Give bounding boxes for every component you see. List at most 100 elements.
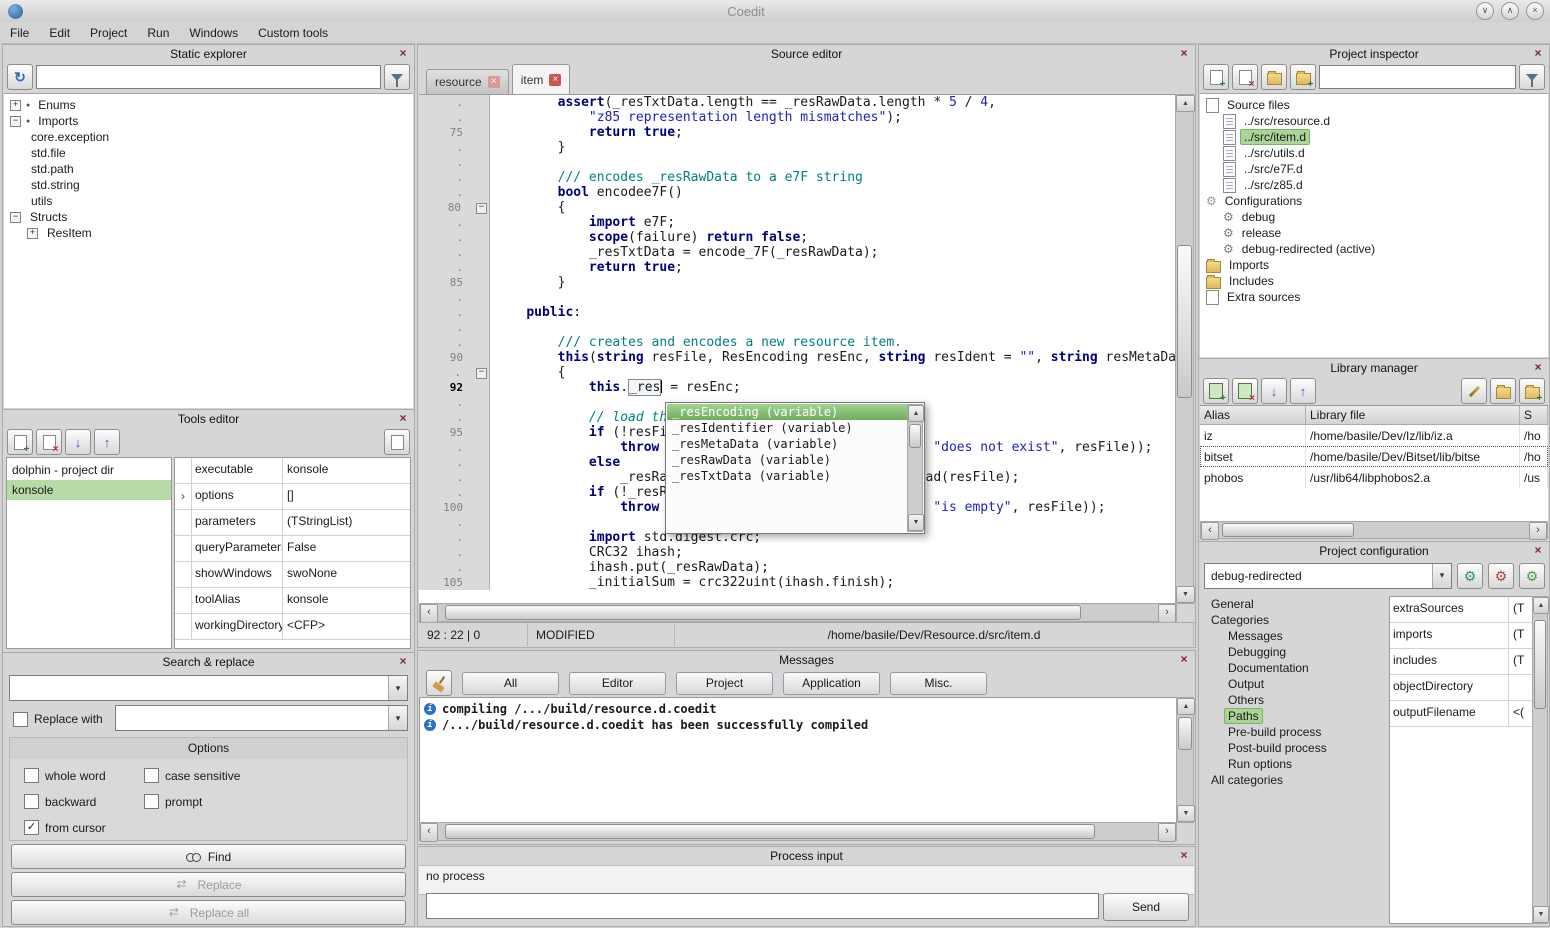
scrollbar-track[interactable] — [438, 823, 1158, 840]
completion-item-2[interactable]: _resMetaData (variable) — [667, 436, 908, 452]
expander-icon[interactable]: − — [10, 212, 21, 223]
move-library-up-button[interactable]: ↑ — [1290, 378, 1316, 404]
code-text[interactable] — [490, 395, 495, 410]
project-item-5[interactable]: ../src/z85.d — [1200, 177, 1548, 193]
completion-item-1[interactable]: _resIdentifier (variable) — [667, 420, 908, 436]
project-item-10[interactable]: Imports — [1200, 257, 1548, 273]
scrollbar-thumb[interactable] — [445, 824, 1095, 839]
checkbox-icon[interactable] — [24, 794, 39, 809]
sync-configs-button[interactable]: ⚙ — [1457, 563, 1483, 589]
project-item-3[interactable]: ../src/utils.d — [1200, 145, 1548, 161]
editor-tab-item[interactable]: item× — [512, 64, 571, 94]
send-button[interactable]: Send — [1103, 893, 1189, 921]
code-text[interactable]: CRC32 ihash; — [490, 545, 683, 560]
property-value[interactable]: (T — [1509, 597, 1532, 622]
option-prompt[interactable]: prompt — [144, 794, 393, 809]
scrollbar-track[interactable] — [1219, 522, 1529, 538]
close-panel-icon[interactable]: × — [396, 410, 410, 426]
scroll-down-button[interactable]: ▼ — [1176, 586, 1195, 603]
config-category-2[interactable]: Messages — [1201, 628, 1387, 644]
menu-item-edit[interactable]: Edit — [39, 22, 80, 43]
scrollbar-thumb[interactable] — [445, 605, 1081, 620]
tab-close-icon[interactable]: × — [549, 74, 561, 86]
scroll-left-button[interactable]: ‹ — [420, 604, 438, 623]
scrollbar-thumb[interactable] — [1177, 245, 1192, 399]
scroll-down-button[interactable]: ▼ — [908, 514, 924, 531]
messages-tab-project[interactable]: Project — [676, 672, 773, 695]
add-library-button[interactable] — [1203, 378, 1229, 404]
remove-config-button[interactable]: ⚙ — [1488, 563, 1514, 589]
code-text[interactable]: ihash.put(_resRawData); — [490, 560, 769, 575]
expander-icon[interactable]: + — [10, 100, 21, 111]
window-close-button[interactable]: × — [1526, 2, 1544, 20]
library-row-0[interactable]: iz/home/basile/Dev/Iz/lib/iz.a/ho — [1200, 425, 1548, 446]
code-text[interactable]: assert(_resTxtData.length == _resRawData… — [490, 95, 996, 110]
scrollbar-track[interactable] — [1177, 715, 1193, 805]
library-column-0[interactable]: Alias — [1200, 406, 1306, 424]
property-value[interactable]: konsole — [283, 458, 410, 483]
messages-tab-application[interactable]: Application — [783, 672, 880, 695]
scrollbar-track[interactable] — [1176, 112, 1193, 586]
editor-vertical-scrollbar[interactable]: ▲▼ — [1175, 94, 1194, 604]
property-value[interactable]: (T — [1509, 623, 1532, 648]
scroll-right-button[interactable]: › — [1158, 823, 1176, 842]
messages-vertical-scrollbar[interactable]: ▲▼ — [1176, 697, 1194, 823]
code-text[interactable]: { — [490, 365, 565, 380]
scroll-up-button[interactable]: ▲ — [1176, 95, 1195, 112]
clone-tool-button[interactable] — [384, 429, 410, 455]
messages-tab-editor[interactable]: Editor — [569, 672, 666, 695]
scrollbar-track[interactable] — [438, 604, 1158, 621]
menu-item-windows[interactable]: Windows — [179, 22, 248, 43]
code-text[interactable]: bool encodee7F() — [490, 185, 683, 200]
scroll-right-button[interactable]: › — [1158, 604, 1176, 623]
messages-tab-misc[interactable]: Misc. — [890, 672, 987, 695]
config-category-8[interactable]: Pre-build process — [1201, 724, 1387, 740]
scrollbar-thumb[interactable] — [909, 424, 921, 448]
library-add-folder-button[interactable] — [1519, 378, 1545, 404]
configuration-vertical-scrollbar[interactable]: ▲▼ — [1532, 596, 1548, 924]
symbol-item-2[interactable]: core.exception — [4, 129, 413, 145]
move-library-down-button[interactable]: ↓ — [1261, 378, 1287, 404]
library-column-2[interactable]: S — [1520, 406, 1548, 424]
checkbox-icon[interactable] — [144, 768, 159, 783]
project-item-7[interactable]: ⚙debug — [1200, 209, 1548, 225]
add-source-button[interactable] — [1203, 64, 1229, 90]
window-maximize-button[interactable]: ∧ — [1501, 2, 1519, 20]
move-tool-up-button[interactable]: ↑ — [94, 429, 120, 455]
clear-messages-button[interactable] — [426, 670, 452, 696]
process-input-field[interactable] — [426, 893, 1099, 919]
code-text[interactable]: public: — [490, 305, 581, 320]
find-button[interactable]: Find — [11, 844, 406, 869]
property-value[interactable]: swoNone — [283, 562, 410, 587]
library-horizontal-scrollbar[interactable]: ‹› — [1200, 521, 1548, 539]
property-value[interactable] — [1509, 675, 1532, 700]
menu-item-file[interactable]: File — [0, 22, 39, 43]
replace-term-combo[interactable]: ▾ — [115, 705, 408, 731]
close-panel-icon[interactable]: × — [1531, 45, 1545, 61]
project-item-1[interactable]: ../src/resource.d — [1200, 113, 1548, 129]
code-text[interactable]: /// encodes _resRawData to a e7F string — [490, 170, 863, 185]
scroll-up-button[interactable]: ▲ — [1533, 597, 1549, 614]
library-column-1[interactable]: Library file — [1306, 406, 1520, 424]
filter-button[interactable] — [1519, 64, 1545, 90]
symbol-item-0[interactable]: +●Enums — [4, 97, 413, 113]
scroll-up-button[interactable]: ▲ — [908, 405, 924, 422]
code-text[interactable]: this(string resFile, ResEncoding resEnc,… — [490, 350, 1177, 365]
tab-close-icon[interactable]: × — [488, 76, 500, 88]
code-text[interactable] — [490, 155, 495, 170]
code-text[interactable]: this._res = resEnc; — [490, 380, 741, 395]
menu-item-project[interactable]: Project — [80, 22, 137, 43]
property-value[interactable]: konsole — [283, 588, 410, 613]
code-text[interactable]: import e7F; — [490, 215, 675, 230]
completion-item-4[interactable]: _resTxtData (variable) — [667, 468, 908, 484]
add-tool-button[interactable] — [7, 429, 33, 455]
code-text[interactable]: } — [490, 275, 565, 290]
project-item-8[interactable]: ⚙release — [1200, 225, 1548, 241]
symbol-item-8[interactable]: +ResItem — [4, 225, 413, 241]
close-panel-icon[interactable]: × — [1177, 847, 1191, 863]
symbol-item-1[interactable]: −●Imports — [4, 113, 413, 129]
tool-item-0[interactable]: dolphin - project dir — [7, 460, 171, 480]
config-category-4[interactable]: Documentation — [1201, 660, 1387, 676]
close-panel-icon[interactable]: × — [1177, 45, 1191, 61]
code-text[interactable] — [490, 320, 495, 335]
